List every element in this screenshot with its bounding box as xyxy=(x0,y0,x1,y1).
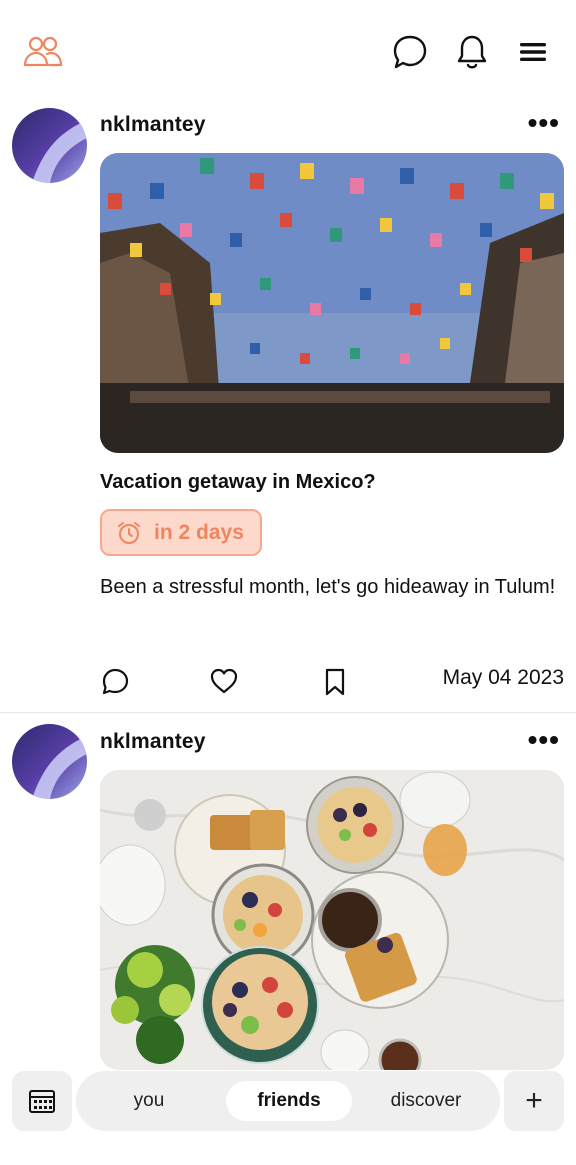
feed-tabs: you friends discover xyxy=(76,1071,500,1131)
tab-discover[interactable]: discover xyxy=(372,1081,480,1121)
countdown-badge: in 2 days xyxy=(100,509,262,556)
calendar-button[interactable] xyxy=(12,1071,72,1131)
add-post-button[interactable]: + xyxy=(504,1071,564,1131)
post-card: nklmantey ••• xyxy=(0,713,576,1073)
comment-icon[interactable] xyxy=(100,666,130,696)
more-options-icon[interactable]: ••• xyxy=(528,109,560,137)
bottom-nav: you friends discover + xyxy=(0,1068,576,1136)
alarm-clock-icon xyxy=(116,520,142,546)
bookmark-icon[interactable] xyxy=(322,666,348,698)
avatar[interactable] xyxy=(12,724,87,799)
avatar[interactable] xyxy=(12,108,87,183)
post-card: nklmantey ••• xyxy=(0,0,576,712)
post-body: Been a stressful month, let's go hideawa… xyxy=(100,576,556,598)
post-image[interactable] xyxy=(100,770,564,1070)
post-image[interactable] xyxy=(100,153,564,453)
post-title: Vacation getaway in Mexico? xyxy=(100,471,376,493)
tab-friends[interactable]: friends xyxy=(226,1081,352,1121)
heart-icon[interactable] xyxy=(208,666,240,696)
username[interactable]: nklmantey xyxy=(100,113,206,137)
countdown-label: in 2 days xyxy=(154,520,244,544)
post-actions: May 04 2023 xyxy=(100,662,564,702)
more-options-icon[interactable]: ••• xyxy=(528,726,560,754)
username[interactable]: nklmantey xyxy=(100,730,206,754)
calendar-icon xyxy=(28,1087,56,1115)
post-date: May 04 2023 xyxy=(442,666,564,689)
tab-you[interactable]: you xyxy=(96,1081,202,1121)
